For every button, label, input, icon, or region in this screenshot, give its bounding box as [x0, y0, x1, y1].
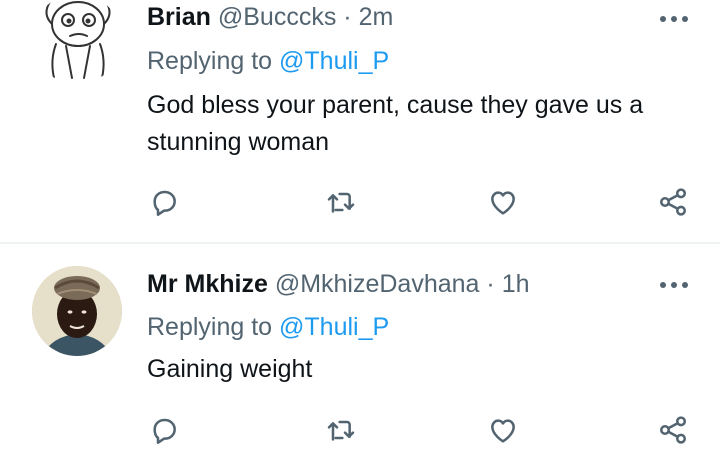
more-options-icon[interactable]	[660, 14, 688, 24]
photo-avatar-icon	[32, 266, 122, 356]
mention-link[interactable]: @Thuli_P	[279, 47, 389, 75]
more-options-icon[interactable]	[660, 280, 688, 290]
replying-to: Replying to @Thuli_P	[147, 311, 389, 343]
retweet-icon[interactable]	[325, 414, 357, 446]
replying-to: Replying to @Thuli_P	[147, 45, 389, 77]
author-name[interactable]: Mr Mkhize	[147, 270, 268, 298]
timestamp[interactable]: 2m	[359, 3, 394, 31]
like-icon[interactable]	[487, 186, 519, 218]
author-handle[interactable]: @MkhizeDavhana	[275, 270, 480, 298]
author-handle[interactable]: @Bucccks	[218, 3, 336, 31]
doodle-face-icon	[45, 1, 111, 79]
share-icon[interactable]	[657, 414, 689, 446]
like-icon[interactable]	[487, 414, 519, 446]
timestamp[interactable]: 1h	[502, 270, 530, 298]
tweet-header: Brian @Bucccks · 2m	[147, 1, 393, 33]
mention-link[interactable]: @Thuli_P	[279, 313, 389, 341]
separator: ·	[343, 3, 352, 31]
replying-prefix: Replying to	[147, 47, 273, 75]
tweet-header: Mr Mkhize @MkhizeDavhana · 1h	[147, 268, 530, 300]
retweet-icon[interactable]	[325, 186, 357, 218]
reply-icon[interactable]	[148, 414, 180, 446]
separator: ·	[486, 270, 495, 298]
author-name[interactable]: Brian	[147, 3, 211, 31]
tweet[interactable]: Brian @Bucccks · 2m Replying to @Thuli_P…	[0, 0, 720, 243]
tweet-text: God bless your parent, cause they gave u…	[147, 91, 644, 156]
share-icon[interactable]	[657, 186, 689, 218]
avatar[interactable]	[32, 0, 122, 84]
reply-icon[interactable]	[148, 186, 180, 218]
tweet-text: Gaining weight	[147, 355, 313, 383]
replying-prefix: Replying to	[147, 313, 273, 341]
avatar[interactable]	[32, 266, 122, 356]
